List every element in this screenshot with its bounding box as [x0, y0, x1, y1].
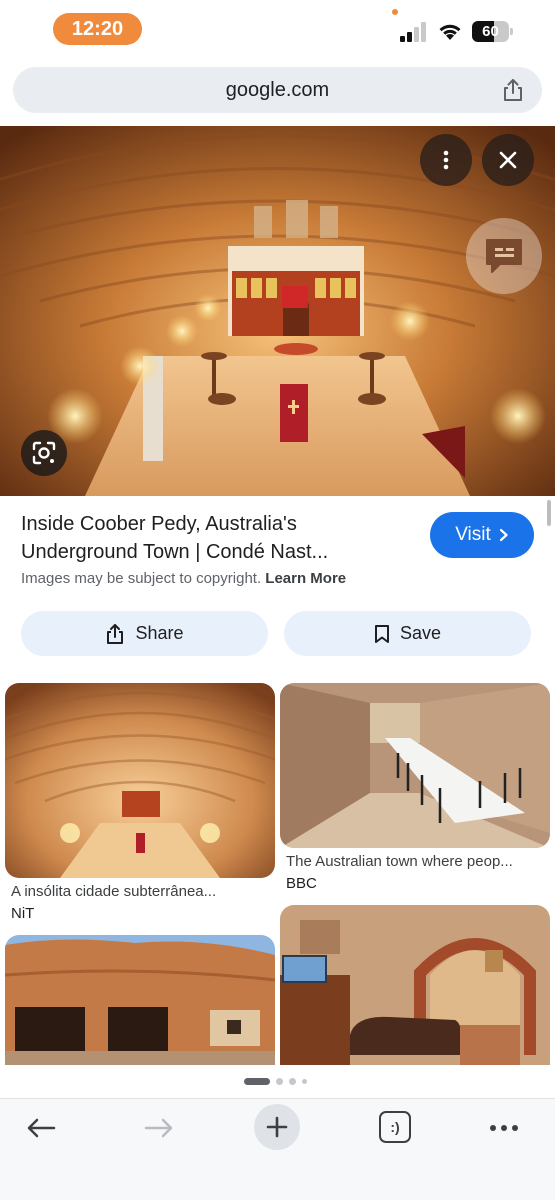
visit-label: Visit — [455, 524, 491, 545]
more-menu-button[interactable] — [482, 1106, 526, 1150]
result-title-line1[interactable]: Inside Coober Pedy, Australia's — [21, 510, 416, 538]
related-image-1-source: NiT — [11, 905, 35, 922]
save-button[interactable]: Save — [284, 611, 531, 656]
url-text[interactable]: google.com — [13, 67, 542, 113]
address-bar[interactable]: google.com — [13, 67, 542, 113]
new-tab-icon — [266, 1116, 288, 1138]
related-image-1-caption[interactable]: A insólita cidade subterrânea... — [11, 883, 269, 900]
close-icon — [499, 151, 517, 169]
feedback-button[interactable] — [466, 218, 542, 294]
share-icon[interactable] — [500, 77, 526, 103]
back-button[interactable] — [19, 1106, 63, 1150]
result-title[interactable]: Inside Coober Pedy, Australia's Undergro… — [21, 510, 416, 566]
google-lens-button[interactable] — [21, 430, 67, 476]
share-button[interactable]: Share — [21, 611, 268, 656]
result-title-line2[interactable]: Underground Town | Condé Nast... — [21, 538, 416, 566]
copyright-text: Images may be subject to copyright. — [21, 570, 262, 587]
status-time: 12:20 — [53, 13, 142, 45]
more-options-button[interactable] — [420, 134, 472, 186]
new-tab-button[interactable] — [254, 1104, 300, 1150]
signal-icon — [400, 22, 426, 42]
underground-church-photo — [0, 126, 555, 496]
dugout-house-thumbnail — [5, 935, 275, 1065]
privacy-indicator-dot — [392, 9, 398, 15]
forward-button[interactable] — [137, 1106, 181, 1150]
related-image-2[interactable] — [280, 683, 550, 848]
underground-dining-room-thumbnail — [280, 683, 550, 848]
wifi-icon — [439, 24, 461, 40]
back-icon — [27, 1118, 56, 1138]
more-icon — [490, 1125, 518, 1131]
related-image-3[interactable] — [5, 935, 275, 1065]
close-button[interactable] — [482, 134, 534, 186]
visit-button[interactable]: Visit — [430, 512, 534, 558]
forward-icon — [144, 1118, 173, 1138]
share-label: Share — [135, 623, 184, 643]
learn-more-link[interactable]: Learn More — [265, 570, 346, 587]
related-image-1[interactable] — [5, 683, 275, 878]
related-image-2-source: BBC — [286, 875, 317, 892]
related-image-2-caption[interactable]: The Australian town where peop... — [286, 853, 544, 870]
status-bar: 12:20 60 — [0, 0, 555, 60]
share-icon — [107, 623, 124, 644]
hero-image[interactable] — [0, 126, 555, 496]
save-label: Save — [399, 623, 442, 643]
chevron-right-icon — [499, 528, 508, 542]
scroll-indicator — [547, 500, 551, 526]
tabs-icon[interactable]: :) — [379, 1111, 411, 1143]
underground-church-thumbnail — [5, 683, 275, 878]
copyright-notice: Images may be subject to copyright. Lear… — [21, 570, 346, 587]
feedback-icon — [486, 239, 522, 273]
pagination-dot — [289, 1078, 296, 1085]
more-options-icon — [443, 150, 449, 170]
underground-living-room-thumbnail — [280, 905, 550, 1065]
related-image-4[interactable] — [280, 905, 550, 1065]
battery-icon: 60 — [472, 21, 514, 42]
battery-level: 60 — [482, 23, 499, 40]
bookmark-icon — [374, 624, 389, 643]
pagination-dot — [302, 1079, 307, 1084]
google-lens-icon — [32, 441, 56, 465]
tab-count: :) — [390, 1119, 400, 1135]
pagination-dot — [276, 1078, 283, 1085]
pagination-dot-active — [244, 1078, 270, 1085]
